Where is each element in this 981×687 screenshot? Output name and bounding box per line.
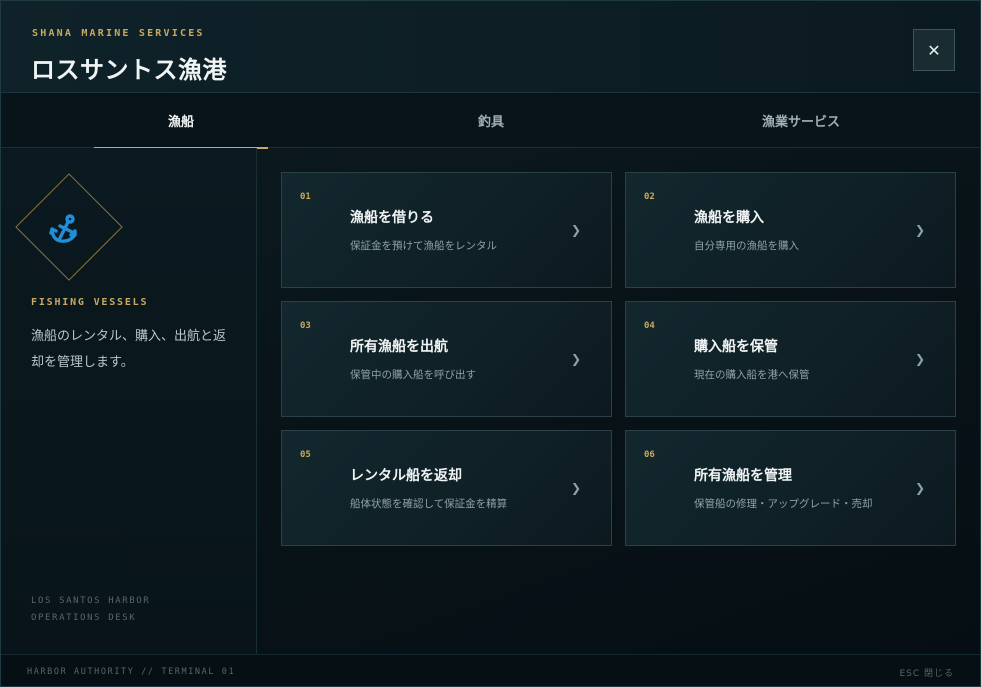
chevron-right-icon: ❯ <box>914 223 925 237</box>
page-title: ロスサントス漁港 <box>31 56 227 84</box>
card-subtitle: 保管船の修理・アップグレード・売却 <box>694 498 873 510</box>
section-description: 漁船のレンタル、購入、出航と返却を管理します。 <box>31 329 227 370</box>
chevron-right-icon: ❯ <box>570 481 581 495</box>
card-subtitle: 現在の購入船を港へ保管 <box>694 369 810 381</box>
card-number: 04 <box>644 321 655 331</box>
card-title: 所有漁船を管理 <box>694 468 792 484</box>
tab-bar: 漁船 釣具 漁業サービス <box>1 93 980 149</box>
card-subtitle: 船体状態を確認して保証金を精算 <box>350 498 508 510</box>
card-title: 所有漁船を出航 <box>350 339 448 355</box>
card-title: レンタル船を返却 <box>350 468 462 484</box>
anchor-icon <box>49 214 77 243</box>
tab-fishing-vessels[interactable]: 漁船 <box>94 93 268 149</box>
footer: HARBOR AUTHORITY // TERMINAL 01 ESC 閉じる <box>1 654 980 686</box>
card-store-vessel[interactable]: 04 購入船を保管 現在の購入船を港へ保管 ❯ <box>625 301 956 417</box>
sidebar-footer-line1: LOS SANTOS HARBOR <box>31 596 151 606</box>
brand-label: SHANA MARINE SERVICES <box>32 28 205 39</box>
card-rent-vessel[interactable]: 01 漁船を借りる 保証金を預けて漁船をレンタル ❯ <box>281 172 612 288</box>
card-subtitle: 保証金を預けて漁船をレンタル <box>350 240 497 252</box>
card-title: 漁船を購入 <box>694 210 764 226</box>
close-icon: ✕ <box>927 40 941 60</box>
card-number: 06 <box>644 450 655 460</box>
card-number: 05 <box>300 450 311 460</box>
card-number: 03 <box>300 321 311 331</box>
section-label: FISHING VESSELS <box>31 297 149 308</box>
harbor-window: SHANA MARINE SERVICES ロスサントス漁港 ✕ 漁船 釣具 漁… <box>0 0 981 687</box>
footer-terminal-label: HARBOR AUTHORITY // TERMINAL 01 <box>27 667 236 677</box>
card-manage-owned-vessel[interactable]: 06 所有漁船を管理 保管船の修理・アップグレード・売却 ❯ <box>625 430 956 546</box>
sidebar-footer-line2: OPERATIONS DESK <box>31 613 137 623</box>
close-button[interactable]: ✕ <box>913 29 955 71</box>
tab-fishing-gear[interactable]: 釣具 <box>404 93 578 148</box>
card-number: 01 <box>300 192 311 202</box>
sidebar: FISHING VESSELS 漁船のレンタル、購入、出航と返却を管理します。 … <box>1 148 257 654</box>
tab-fishing-services[interactable]: 漁業サービス <box>714 93 888 148</box>
card-title: 購入船を保管 <box>694 339 778 355</box>
chevron-right-icon: ❯ <box>570 223 581 237</box>
chevron-right-icon: ❯ <box>914 352 925 366</box>
card-title: 漁船を借りる <box>350 210 434 226</box>
card-buy-vessel[interactable]: 02 漁船を購入 自分専用の漁船を購入 ❯ <box>625 172 956 288</box>
chevron-right-icon: ❯ <box>914 481 925 495</box>
card-subtitle: 保管中の購入船を呼び出す <box>350 369 476 381</box>
card-subtitle: 自分専用の漁船を購入 <box>694 240 799 252</box>
chevron-right-icon: ❯ <box>570 352 581 366</box>
card-number: 02 <box>644 192 655 202</box>
header: SHANA MARINE SERVICES ロスサントス漁港 ✕ <box>1 1 980 93</box>
sidebar-footer: LOS SANTOS HARBOR OPERATIONS DESK <box>31 593 150 627</box>
card-launch-owned-vessel[interactable]: 03 所有漁船を出航 保管中の購入船を呼び出す ❯ <box>281 301 612 417</box>
card-return-rental[interactable]: 05 レンタル船を返却 船体状態を確認して保証金を精算 ❯ <box>281 430 612 546</box>
footer-esc-hint: ESC 閉じる <box>899 669 954 679</box>
